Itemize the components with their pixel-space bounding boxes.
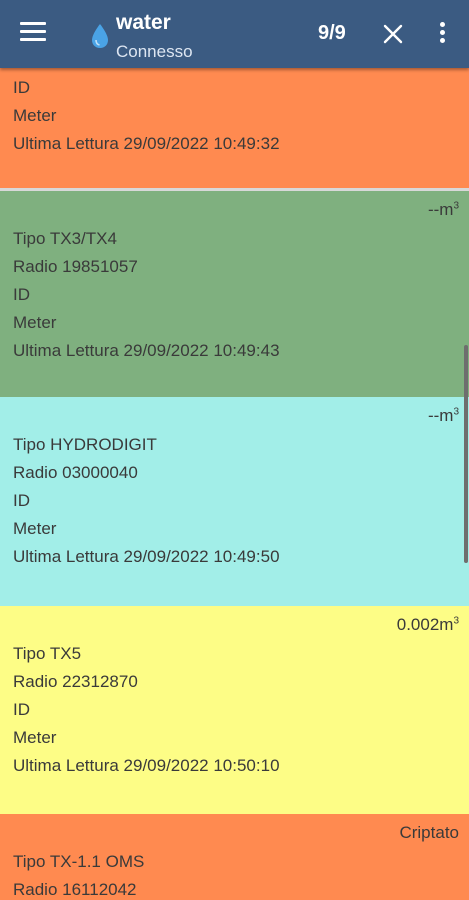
meter-reading: --m3 xyxy=(427,200,459,219)
meter-card[interactable]: 0.002m3 Tipo TX5 Radio 22312870 ID Meter… xyxy=(0,606,469,814)
meter-label: Meter xyxy=(13,519,57,538)
device-counter: 9/9 xyxy=(318,22,346,44)
last-reading: Ultima Lettura 29/09/2022 10:49:50 xyxy=(13,547,280,566)
close-icon[interactable] xyxy=(383,24,403,44)
meter-reading: --m3 xyxy=(427,406,459,425)
meter-label: Meter xyxy=(13,313,57,332)
app-title: water xyxy=(116,11,171,34)
meter-id: ID xyxy=(13,78,30,97)
meter-card[interactable]: ID Meter Ultima Lettura 29/09/2022 10:49… xyxy=(0,68,469,188)
more-options-icon[interactable] xyxy=(437,22,447,46)
meter-card[interactable]: --m3 Tipo HYDRODIGIT Radio 03000040 ID M… xyxy=(0,397,469,606)
meter-radio: Radio 03000040 xyxy=(13,463,138,482)
meter-id: ID xyxy=(13,700,30,719)
meter-label: Meter xyxy=(13,728,57,747)
meter-radio: Radio 16112042 xyxy=(13,880,137,899)
meter-type: Tipo TX3/TX4 xyxy=(13,229,117,248)
meter-card[interactable]: --m3 Tipo TX3/TX4 Radio 19851057 ID Mete… xyxy=(0,191,469,397)
meter-id: ID xyxy=(13,285,30,304)
app-bar: water Connesso 9/9 xyxy=(0,0,469,68)
meter-label: Meter xyxy=(13,106,57,125)
meter-type: Tipo TX5 xyxy=(13,644,82,663)
meter-radio: Radio 22312870 xyxy=(13,672,138,691)
meter-status: Criptato xyxy=(399,823,459,842)
meter-type: Tipo TX-1.1 OMS xyxy=(13,852,145,871)
last-reading: Ultima Lettura 29/09/2022 10:49:32 xyxy=(13,134,280,153)
meter-reading: 0.002m3 xyxy=(396,615,459,634)
meter-type: Tipo HYDRODIGIT xyxy=(13,435,157,454)
hamburger-menu-icon[interactable] xyxy=(20,22,46,44)
connection-status: Connesso xyxy=(116,42,193,61)
last-reading: Ultima Lettura 29/09/2022 10:50:10 xyxy=(13,756,280,775)
meter-radio: Radio 19851057 xyxy=(13,257,138,276)
last-reading: Ultima Lettura 29/09/2022 10:49:43 xyxy=(13,341,280,360)
meter-id: ID xyxy=(13,491,30,510)
meter-card[interactable]: Criptato Tipo TX-1.1 OMS Radio 16112042 xyxy=(0,814,469,900)
water-drop-icon xyxy=(92,24,108,48)
scrollbar[interactable] xyxy=(464,345,468,563)
